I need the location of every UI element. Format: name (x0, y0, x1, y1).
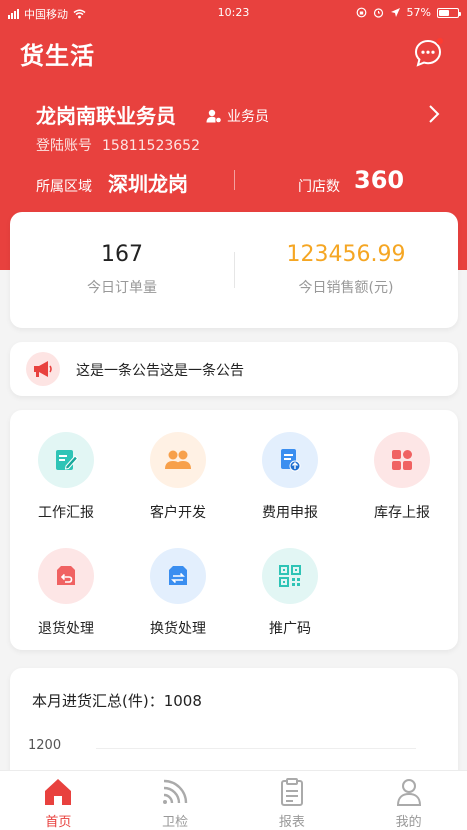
bottom-tab-bar: 首页 卫检 报表 我的 (0, 770, 467, 830)
role-badge: 业务员 (206, 106, 269, 126)
return-icon (38, 548, 94, 604)
menu-work-report[interactable]: 工作汇报 (10, 432, 122, 522)
region-label: 所属区域 (36, 179, 92, 195)
user-name[interactable]: 龙岗南联业务员 (36, 100, 176, 129)
menu-return[interactable]: 退货处理 (10, 548, 122, 638)
location-arrow-icon (390, 8, 400, 17)
announcement-text: 这是一条公告这是一条公告 (76, 363, 244, 379)
menu-customer-dev[interactable]: 客户开发 (122, 432, 234, 522)
tab-label: 我的 (395, 815, 422, 830)
status-bar: 中国移动 10:23 57% (0, 0, 467, 26)
user-role-icon (206, 109, 221, 123)
menu-exchange[interactable]: 换货处理 (122, 548, 234, 638)
store-count-value: 360 (354, 166, 405, 194)
tab-home[interactable]: 首页 (0, 771, 117, 830)
region-value: 深圳龙岗 (108, 172, 188, 196)
profile-divider (234, 170, 235, 190)
orders-stat[interactable]: 167 今日订单量 (10, 242, 234, 297)
role-label: 业务员 (227, 109, 269, 125)
inventory-icon (374, 432, 430, 488)
chart-grid-line (96, 748, 416, 749)
menu-label: 费用申报 (262, 505, 318, 521)
tab-label: 报表 (278, 815, 305, 830)
customers-icon (150, 432, 206, 488)
summary-title: 本月进货汇总(件)：1008 (32, 692, 202, 710)
tab-reports[interactable]: 报表 (234, 771, 351, 830)
account-row: 登陆账号 15811523652 (36, 135, 200, 155)
menu-expense[interactable]: 费用申报 (234, 432, 346, 522)
tab-label: 首页 (45, 815, 72, 830)
stats-card: 167 今日订单量 123456.99 今日销售额(元) (10, 212, 458, 328)
home-icon (45, 779, 72, 805)
sales-value: 123456.99 (286, 242, 406, 267)
qrcode-icon (262, 548, 318, 604)
announcement-bar[interactable]: 这是一条公告这是一条公告 (10, 342, 458, 396)
tab-inspection[interactable]: 卫检 (117, 771, 234, 830)
menu-promo-code[interactable]: 推广码 (234, 548, 346, 638)
menu-label: 工作汇报 (38, 505, 94, 521)
account-number: 15811523652 (102, 138, 200, 154)
megaphone-icon (26, 352, 60, 386)
battery-percent: 57% (406, 6, 431, 19)
orders-label: 今日订单量 (87, 280, 157, 296)
menu-label: 退货处理 (38, 621, 94, 637)
expense-icon (262, 432, 318, 488)
tab-label: 卫检 (162, 815, 189, 830)
signal-icon (163, 779, 188, 804)
sales-stat[interactable]: 123456.99 今日销售额(元) (234, 242, 458, 297)
account-label: 登陆账号 (36, 138, 92, 154)
app-title: 货生活 (20, 42, 95, 70)
orientation-lock-icon (356, 7, 366, 18)
unread-dot (436, 37, 444, 45)
function-menu: 工作汇报 客户开发 费用申报 库存上报 退货处理 换货处理 推广码 (10, 410, 458, 650)
chart-y-tick: 1200 (28, 738, 62, 753)
tab-profile[interactable]: 我的 (350, 771, 467, 830)
chevron-right-icon[interactable] (427, 104, 441, 124)
store-count-label: 门店数 (298, 179, 340, 195)
message-button[interactable] (413, 37, 444, 68)
user-icon (396, 779, 421, 806)
exchange-icon (150, 548, 206, 604)
menu-label: 换货处理 (150, 621, 206, 637)
menu-label: 库存上报 (374, 505, 430, 521)
menu-label: 客户开发 (150, 505, 206, 521)
sales-label: 今日销售额(元) (298, 280, 394, 296)
battery-icon (437, 7, 461, 18)
menu-inventory[interactable]: 库存上报 (346, 432, 458, 522)
alarm-icon (373, 8, 383, 18)
report-icon (38, 432, 94, 488)
clipboard-icon (280, 778, 303, 806)
orders-value: 167 (101, 242, 143, 267)
menu-label: 推广码 (269, 621, 311, 637)
